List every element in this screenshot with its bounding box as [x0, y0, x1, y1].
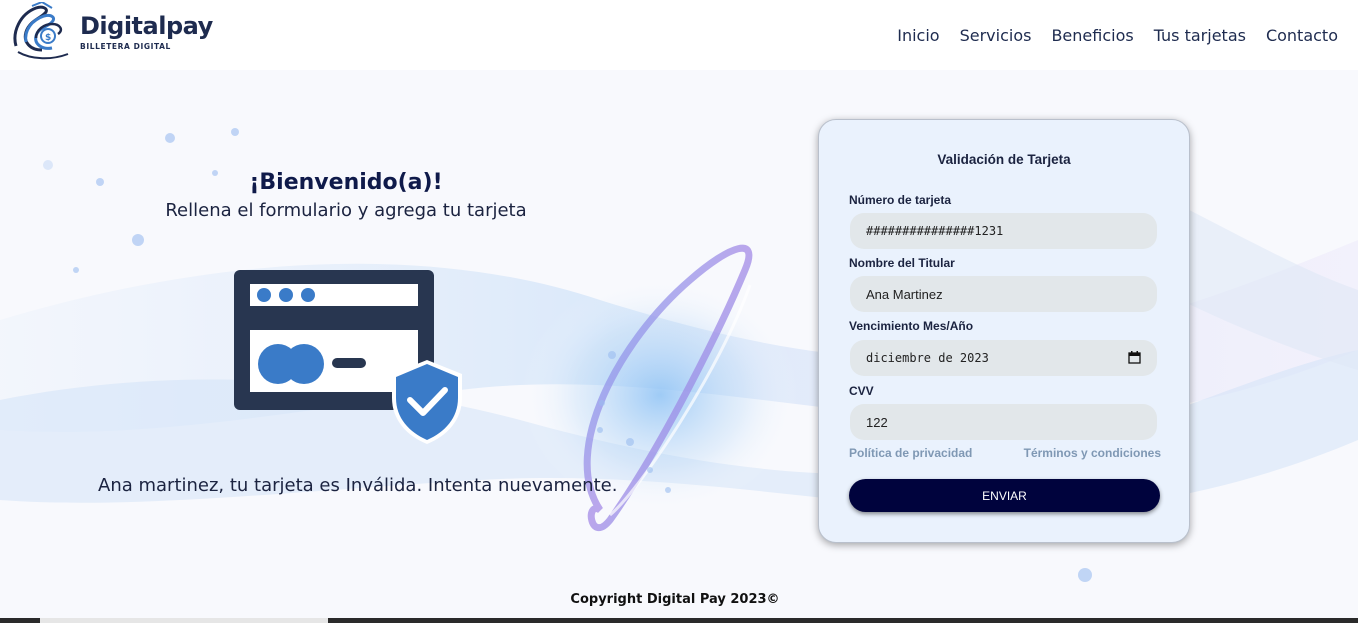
logo-icon: $	[13, 2, 69, 60]
logo[interactable]: $ Digitalpay BILLETERA DIGITAL	[12, 2, 213, 62]
cvv-input[interactable]	[850, 404, 1157, 440]
nav-servicios[interactable]: Servicios	[960, 26, 1032, 45]
welcome-subtitle: Rellena el formulario y agrega tu tarjet…	[165, 200, 527, 221]
card-illustration-icon	[232, 268, 464, 453]
expiry-label: Vencimiento Mes/Año	[849, 319, 974, 333]
card-validation-form: Validación de Tarjeta Número de tarjeta …	[818, 119, 1190, 543]
shield-check-icon	[392, 360, 462, 444]
brand-tagline: BILLETERA DIGITAL	[80, 42, 171, 51]
nav-beneficios[interactable]: Beneficios	[1051, 26, 1133, 45]
svg-text:$: $	[45, 33, 51, 43]
main-nav: Inicio Servicios Beneficios Tus tarjetas…	[897, 26, 1338, 45]
submit-button[interactable]: ENVIAR	[849, 479, 1160, 512]
validation-result-message: Ana martinez, tu tarjeta es Inválida. In…	[98, 475, 618, 496]
holder-name-input[interactable]	[850, 276, 1157, 312]
welcome-title: ¡Bienvenido(a)!	[249, 170, 443, 195]
expiry-date-value: diciembre de 2023	[866, 351, 989, 365]
expiry-date-input[interactable]: diciembre de 2023	[850, 340, 1157, 376]
nav-tus-tarjetas[interactable]: Tus tarjetas	[1154, 26, 1246, 45]
header: $ Digitalpay BILLETERA DIGITAL Inicio Se…	[0, 0, 1358, 70]
nav-contacto[interactable]: Contacto	[1266, 26, 1338, 45]
bottom-strip	[0, 618, 1358, 623]
copyright: Copyright Digital Pay 2023©	[570, 592, 780, 607]
terms-link[interactable]: Términos y condiciones	[1024, 446, 1161, 460]
privacy-policy-link[interactable]: Política de privacidad	[849, 446, 972, 460]
card-number-label: Número de tarjeta	[849, 193, 952, 207]
nav-inicio[interactable]: Inicio	[897, 26, 939, 45]
calendar-icon[interactable]	[1128, 351, 1141, 364]
cvv-label: CVV	[849, 384, 874, 398]
holder-name-label: Nombre del Titular	[849, 256, 955, 270]
card-number-input[interactable]	[850, 213, 1157, 249]
brand-name: Digitalpay	[80, 12, 213, 40]
form-title: Validación de Tarjeta	[937, 152, 1071, 167]
